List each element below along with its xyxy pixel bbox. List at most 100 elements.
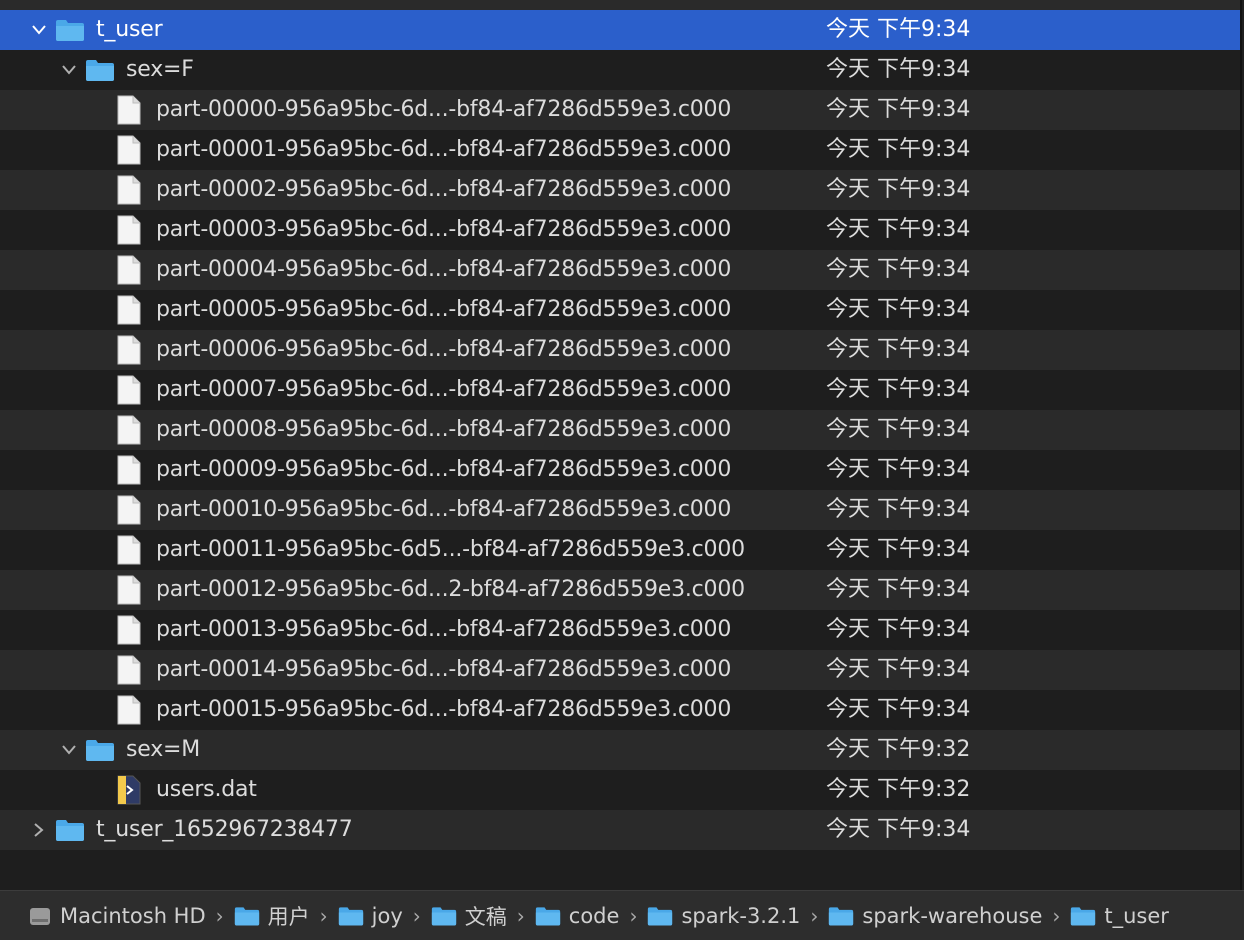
file-row[interactable]: part-00000-956a95bc-6d...-bf84-af7286d55… [0,90,1242,130]
file-row[interactable]: part-00012-956a95bc-6d...2-bf84-af7286d5… [0,570,1242,610]
item-date-modified: 今天 下午9:34 [826,297,971,322]
path-crumb-label: spark-warehouse [862,903,1043,928]
path-crumb[interactable]: spark-3.2.1 [647,904,800,928]
item-name: part-00004-956a95bc-6d...-bf84-af7286d55… [156,257,732,282]
path-crumb-label: spark-3.2.1 [681,903,801,928]
path-crumb[interactable]: joy [338,904,403,928]
file-row[interactable]: part-00011-956a95bc-6d5...-bf84-af7286d5… [0,530,1242,570]
folder-icon [85,50,115,90]
file-row[interactable]: part-00002-956a95bc-6d...-bf84-af7286d55… [0,170,1242,210]
document-file-icon [117,490,141,530]
folder-icon [85,730,115,770]
item-name: t_user [96,17,163,42]
chevron-down-icon[interactable] [61,50,77,90]
file-row[interactable]: part-00010-956a95bc-6d...-bf84-af7286d55… [0,490,1242,530]
file-list: t_user 今天 下午9:34 sex=F 今天 下午9:34 part-0000… [0,0,1242,890]
item-name: part-00006-956a95bc-6d...-bf84-af7286d55… [156,337,732,362]
path-crumb-label: 用户 [267,904,310,929]
path-separator: › [516,903,525,928]
item-date-modified: 今天 下午9:34 [826,697,971,722]
path-crumb-label: code [568,903,620,928]
document-file-icon [117,410,141,450]
item-date-modified: 今天 下午9:32 [826,737,971,762]
file-row[interactable]: part-00007-956a95bc-6d...-bf84-af7286d55… [0,370,1242,410]
document-file-icon [117,530,141,570]
document-file-icon [117,570,141,610]
document-file-icon [117,610,141,650]
file-row[interactable]: part-00004-956a95bc-6d...-bf84-af7286d55… [0,250,1242,290]
item-name: part-00002-956a95bc-6d...-bf84-af7286d55… [156,177,732,202]
document-file-icon [117,130,141,170]
file-row[interactable]: part-00005-956a95bc-6d...-bf84-af7286d55… [0,290,1242,330]
document-file-icon [117,330,141,370]
item-date-modified: 今天 下午9:34 [826,417,971,442]
item-name: part-00005-956a95bc-6d...-bf84-af7286d55… [156,297,732,322]
path-crumb-label: t_user [1104,903,1169,928]
path-crumb-label: 文稿 [464,904,507,929]
folder-icon [55,10,85,50]
file-row[interactable]: part-00013-956a95bc-6d...-bf84-af7286d55… [0,610,1242,650]
item-date-modified: 今天 下午9:34 [826,617,971,642]
file-row[interactable]: users.dat 今天 下午9:32 [0,770,1242,810]
item-date-modified: 今天 下午9:34 [826,17,971,42]
item-date-modified: 今天 下午9:34 [826,217,971,242]
folder-icon [535,905,561,927]
item-name: part-00001-956a95bc-6d...-bf84-af7286d55… [156,137,732,162]
folder-row[interactable]: t_user 今天 下午9:34 [0,10,1242,50]
file-row[interactable]: part-00008-956a95bc-6d...-bf84-af7286d55… [0,410,1242,450]
folder-row[interactable]: sex=M 今天 下午9:32 [0,730,1242,770]
item-name: part-00015-956a95bc-6d...-bf84-af7286d55… [156,697,732,722]
document-file-icon [117,290,141,330]
file-row[interactable]: part-00001-956a95bc-6d...-bf84-af7286d55… [0,130,1242,170]
file-row[interactable]: part-00015-956a95bc-6d...-bf84-af7286d55… [0,690,1242,730]
item-date-modified: 今天 下午9:34 [826,137,971,162]
chevron-down-icon[interactable] [61,730,77,770]
path-crumb[interactable]: code [535,903,620,928]
hard-drive-icon [28,904,52,928]
file-row[interactable]: part-00003-956a95bc-6d...-bf84-af7286d55… [0,210,1242,250]
item-name: t_user_1652967238477 [96,817,353,842]
path-crumb[interactable]: Macintosh HD [28,904,206,928]
item-date-modified: 今天 下午9:34 [826,457,971,482]
item-name: part-00003-956a95bc-6d...-bf84-af7286d55… [156,217,732,242]
chevron-down-icon[interactable] [31,10,47,50]
path-crumb[interactable]: 文稿 [431,901,507,931]
folder-icon [55,810,85,850]
folder-row[interactable]: sex=F 今天 下午9:34 [0,50,1242,90]
item-date-modified: 今天 下午9:34 [826,657,971,682]
file-row[interactable]: part-00009-956a95bc-6d...-bf84-af7286d55… [0,450,1242,490]
path-separator: › [215,903,224,928]
item-date-modified: 今天 下午9:34 [826,97,971,122]
documents-folder-icon [431,905,457,927]
item-name: part-00010-956a95bc-6d...-bf84-af7286d55… [156,497,732,522]
chevron-right-icon[interactable] [31,810,47,850]
item-date-modified: 今天 下午9:34 [826,337,971,362]
path-separator: › [1052,903,1061,928]
item-name: part-00013-956a95bc-6d...-bf84-af7286d55… [156,617,732,642]
item-date-modified: 今天 下午9:34 [826,817,971,842]
item-date-modified: 今天 下午9:34 [826,57,971,82]
document-file-icon [117,90,141,130]
file-row[interactable]: part-00006-956a95bc-6d...-bf84-af7286d55… [0,330,1242,370]
item-name: part-00012-956a95bc-6d...2-bf84-af7286d5… [156,577,745,602]
item-date-modified: 今天 下午9:34 [826,257,971,282]
item-date-modified: 今天 下午9:32 [826,777,971,802]
item-name: sex=M [126,737,201,762]
document-file-icon [117,170,141,210]
document-file-icon [117,210,141,250]
document-file-icon [117,370,141,410]
path-crumb[interactable]: spark-warehouse [828,904,1042,928]
path-crumb[interactable]: t_user [1070,904,1169,928]
folder-row[interactable]: t_user_1652967238477 今天 下午9:34 [0,810,1242,850]
path-crumb[interactable]: 用户 [234,901,310,931]
item-date-modified: 今天 下午9:34 [826,377,971,402]
list-empty-area [0,850,1242,890]
folder-icon [828,905,854,927]
file-row[interactable]: part-00014-956a95bc-6d...-bf84-af7286d55… [0,650,1242,690]
item-date-modified: 今天 下午9:34 [826,577,971,602]
document-file-icon [117,650,141,690]
folder-icon [1070,905,1096,927]
path-separator: › [810,903,819,928]
path-bar: Macintosh HD › 用户 › joy › 文稿 › code › spark-3… [0,890,1244,940]
item-name: users.dat [156,777,257,802]
